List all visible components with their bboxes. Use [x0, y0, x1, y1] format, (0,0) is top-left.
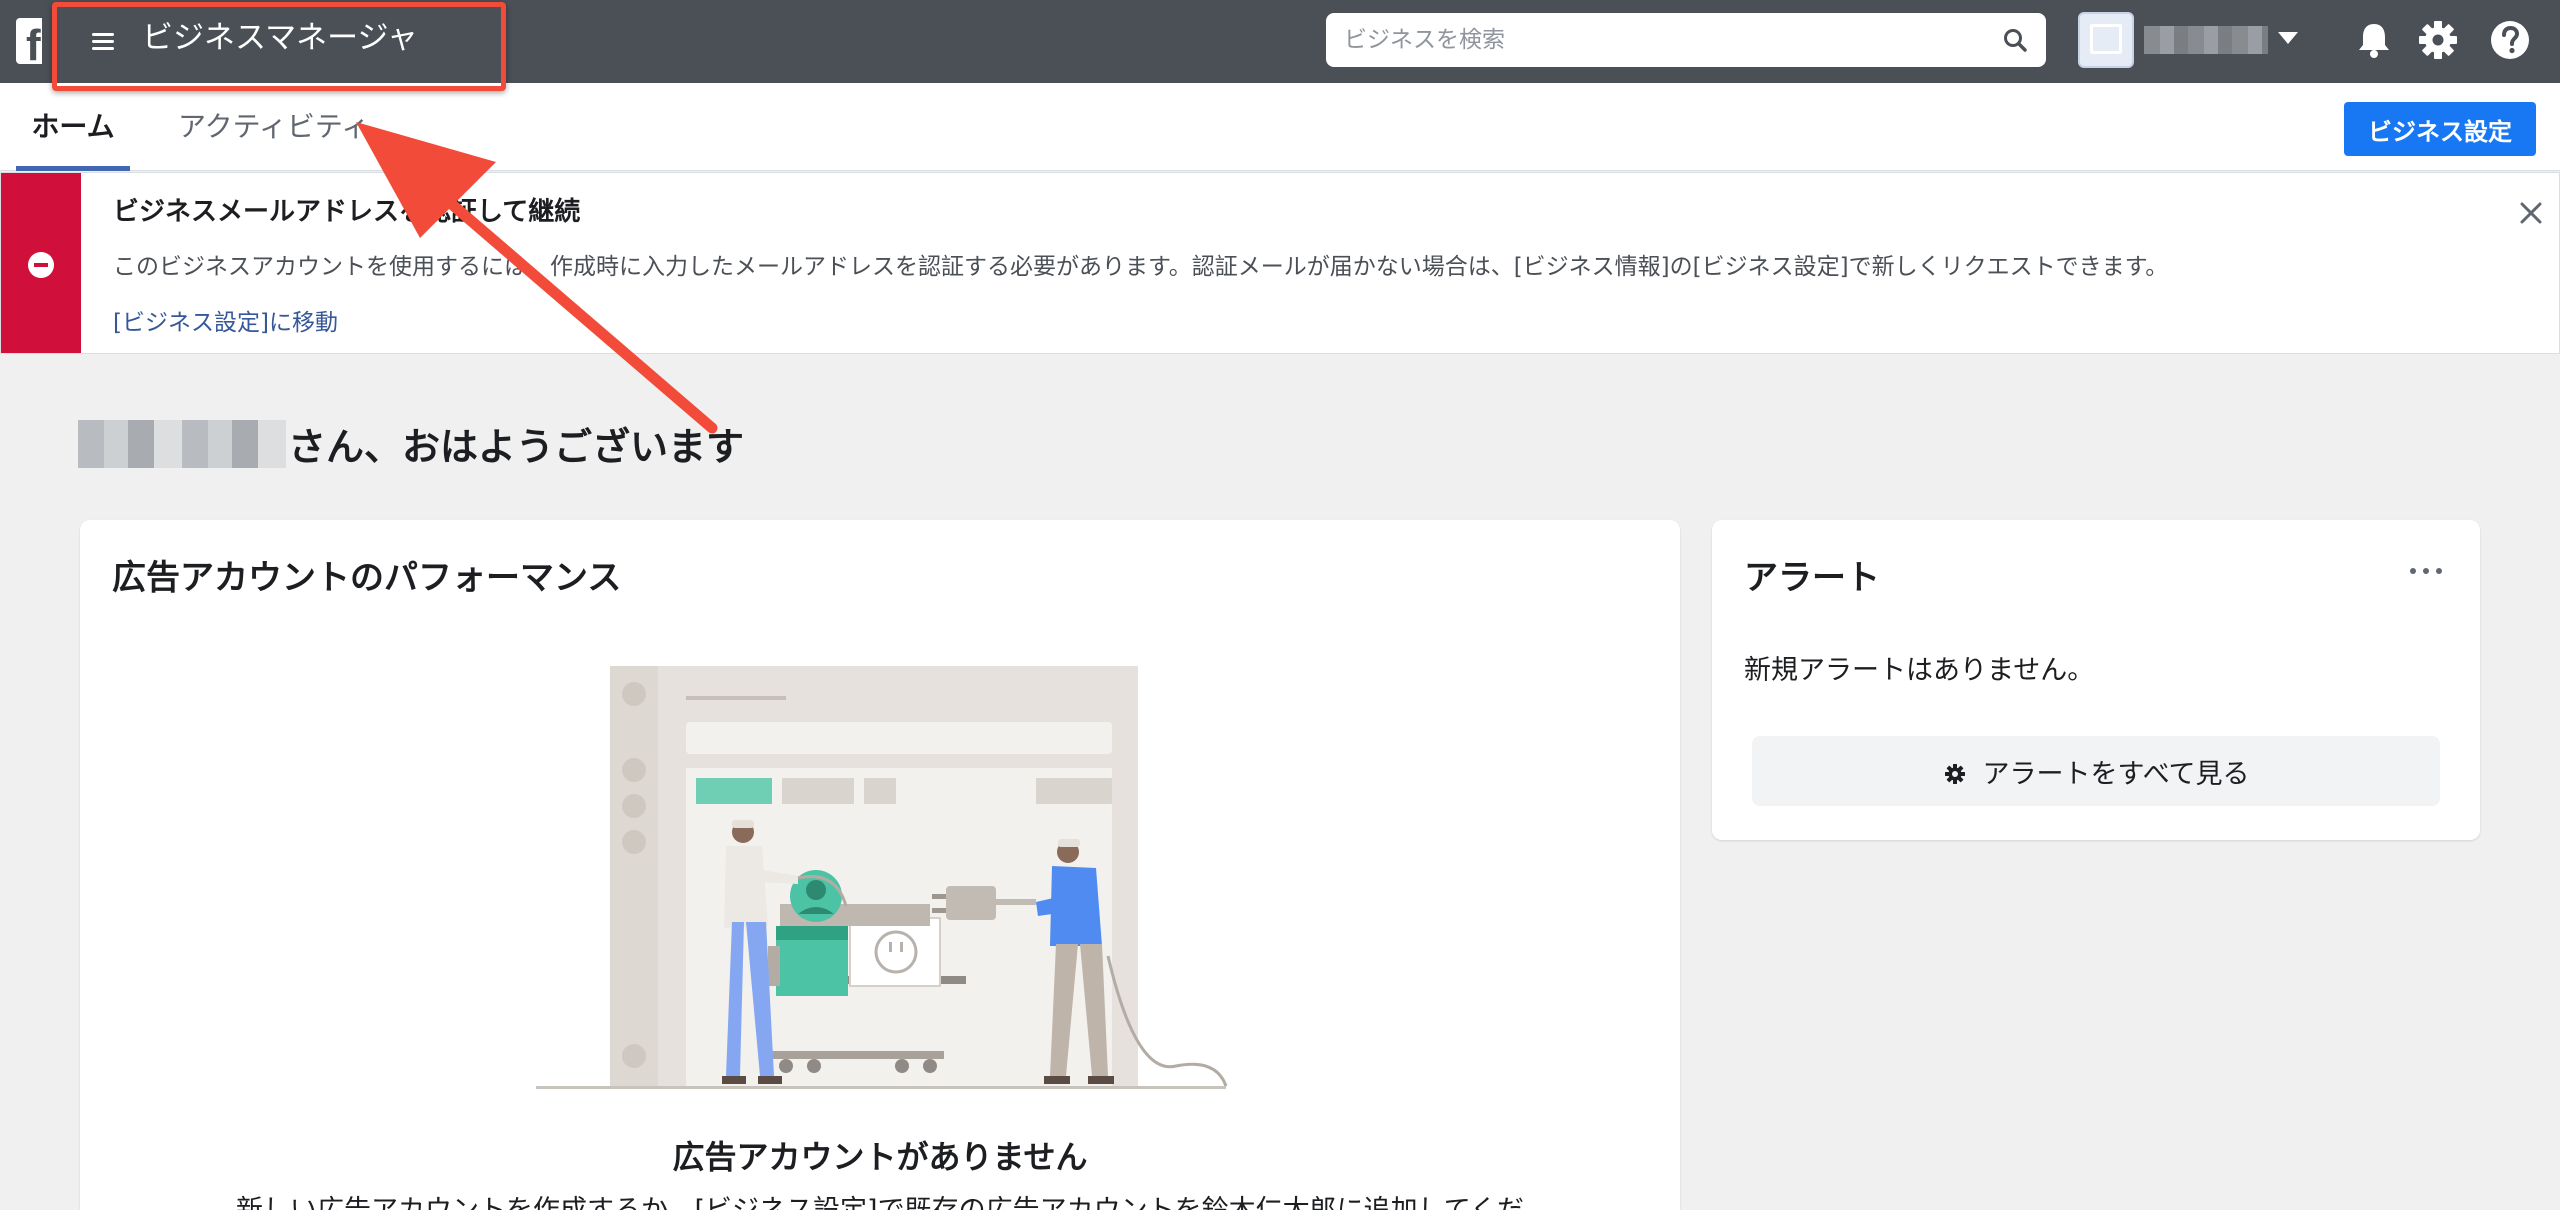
performance-card-title: 広告アカウントのパフォーマンス [112, 558, 622, 598]
menu-icon[interactable] [88, 22, 118, 58]
business-switcher[interactable] [2078, 10, 2304, 72]
search-icon[interactable] [2002, 27, 2028, 53]
facebook-logo-icon[interactable]: f [16, 18, 42, 64]
bell-icon[interactable] [2348, 14, 2400, 66]
go-to-settings-link[interactable]: [ビジネス設定]に移動 [113, 303, 338, 337]
help-icon[interactable] [2484, 14, 2536, 66]
top-bar: f ビジネスマネージャ [0, 0, 2560, 83]
business-search[interactable] [1326, 13, 2046, 67]
banner-body: このビジネスアカウントを使用するには、作成時に入力したメールアドレスを認証する必… [113, 254, 2169, 280]
greeting-text: さん、おはようございます [288, 425, 745, 469]
no-alerts-text: 新規アラートはありません。 [1744, 655, 2095, 686]
see-all-alerts-label: アラートをすべて見る [1982, 758, 2250, 790]
sub-navigation: ホーム アクティビティ ビジネス設定 [0, 83, 2560, 171]
search-input[interactable] [1344, 13, 1984, 67]
ad-account-performance-card: 広告アカウントのパフォーマンス 広告アカウントがありません [80, 520, 1680, 1210]
minus-circle-icon [28, 252, 54, 278]
alerts-card: アラート 新規アラートはありません。 アラートをすべて見る [1712, 520, 2480, 840]
banner-title: ビジネスメールアドレスを認証して継続 [113, 197, 581, 227]
business-settings-button[interactable]: ビジネス設定 [2344, 102, 2536, 156]
more-icon[interactable] [2404, 556, 2448, 586]
verification-banner: ビジネスメールアドレスを認証して継続 このビジネスアカウントを使用するには、作成… [0, 172, 2560, 354]
empty-state-description: 新しい広告アカウントを作成するか、[ビジネス設定]で既存の広告アカウントを鈴木仁… [80, 1188, 1680, 1210]
close-icon[interactable] [2513, 195, 2549, 231]
gear-icon [1945, 763, 1966, 784]
connect-illustration [536, 666, 1228, 1089]
business-avatar [2078, 12, 2134, 68]
app-title[interactable]: ビジネスマネージャ [142, 18, 418, 58]
tab-home[interactable]: ホーム [16, 83, 130, 171]
empty-state-title: 広告アカウントがありません [672, 1138, 1088, 1176]
gear-icon[interactable] [2412, 14, 2464, 66]
tab-activity[interactable]: アクティビティ [178, 83, 369, 171]
business-name-redacted [2144, 26, 2268, 54]
banner-status-strip [1, 173, 81, 353]
alerts-card-title: アラート [1744, 558, 1880, 598]
chevron-down-icon[interactable] [2278, 32, 2298, 44]
user-name-redacted [78, 420, 286, 468]
see-all-alerts-button[interactable]: アラートをすべて見る [1752, 736, 2440, 806]
